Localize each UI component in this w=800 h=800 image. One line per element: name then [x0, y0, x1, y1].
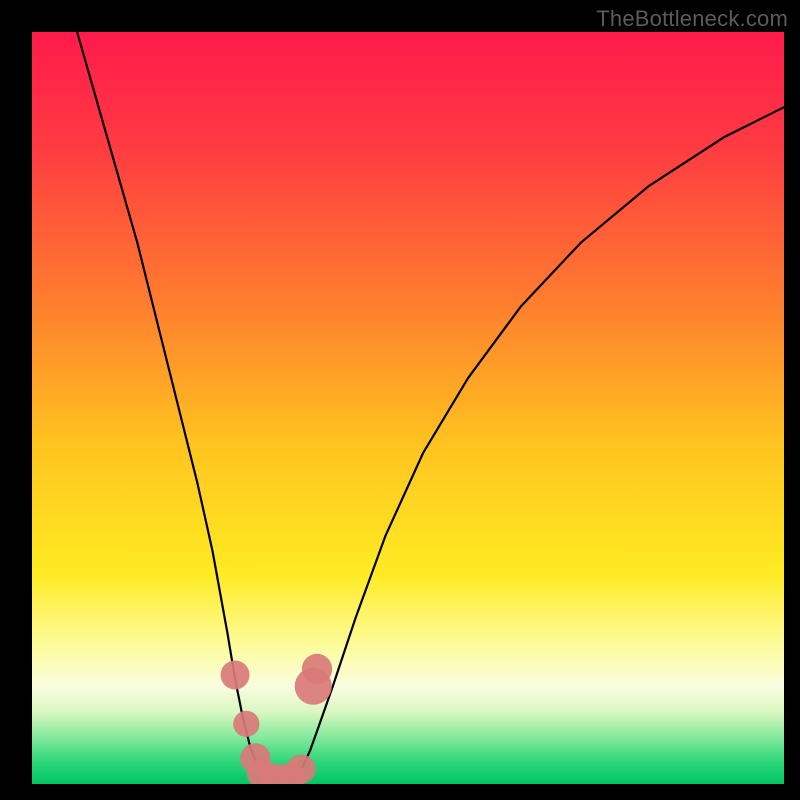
valley-marker-8 — [302, 654, 332, 684]
plot-svg — [32, 32, 784, 784]
watermark-text: TheBottleneck.com — [596, 6, 788, 32]
plot-area — [32, 32, 784, 784]
chart-frame: TheBottleneck.com — [0, 0, 800, 800]
valley-marker-6 — [287, 754, 316, 783]
gradient-background — [32, 32, 784, 784]
valley-marker-0 — [221, 660, 250, 689]
valley-marker-1 — [233, 711, 259, 737]
